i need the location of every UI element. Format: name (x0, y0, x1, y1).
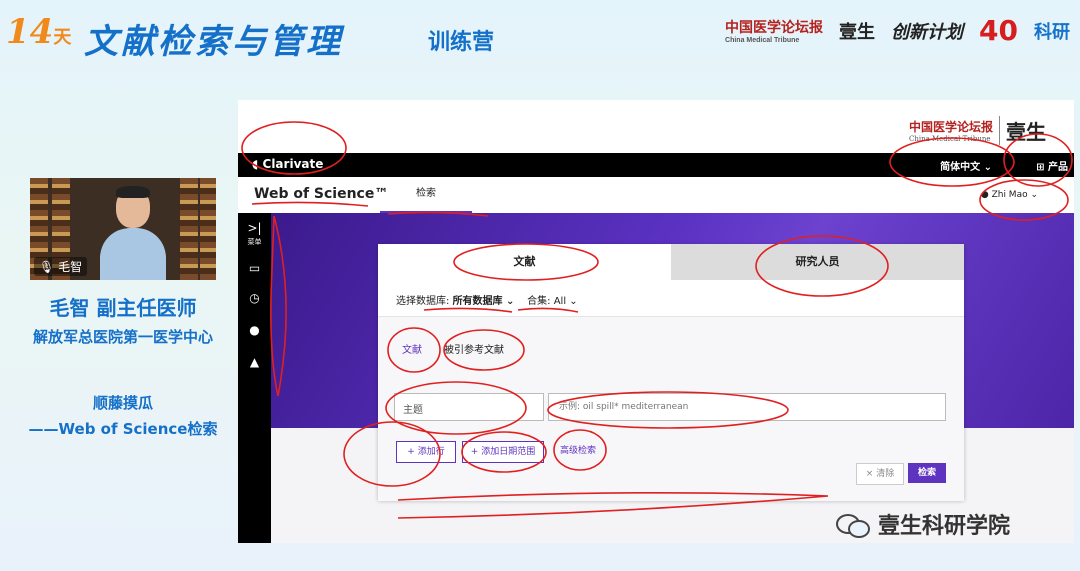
yisheng-screen-logo: 壹生 (999, 116, 1046, 145)
add-row-button[interactable]: + 添加行 (396, 441, 456, 463)
menu-label: 菜单 (247, 238, 262, 246)
course-subtitle: 训练营 (428, 30, 495, 55)
folder-icon[interactable]: ▭ (238, 261, 271, 275)
subtab-documents[interactable]: 文献 (402, 341, 422, 356)
cmt-screen-logo-text: 中国医学论坛报 China Medical Tribune (909, 118, 993, 143)
add-date-range-button[interactable]: + 添加日期范围 (462, 441, 544, 463)
tab-researchers[interactable]: 研究人员 (671, 244, 964, 280)
cmt-screen-logo: 中国医学论坛报 China Medical Tribune 壹生 (909, 116, 1046, 145)
language-selector[interactable]: 简体中文 ⌄ (940, 158, 992, 173)
field-select[interactable]: 主题 (394, 393, 544, 421)
history-icon[interactable]: ◷ (238, 291, 271, 305)
course-title: 文献检索与管理 (84, 22, 343, 62)
watermark: 壹生科研学院 (836, 508, 1010, 540)
video-name-label: 🎙 毛智 (34, 257, 88, 276)
cmt-logo: 中国医学论坛报 China Medical Tribune (725, 17, 823, 44)
bookshelf (180, 178, 198, 280)
topic-line-1: 顺藤摸瓜 (92, 394, 153, 412)
keyan-logo: 科研 (1034, 21, 1070, 43)
search-card: 文献 研究人员 选择数据库: 所有数据库 ⌄ 合集: All ⌄ 文献 被引参考… (378, 244, 964, 501)
speaker-video: 🎙 毛智 (30, 178, 216, 280)
speaker-figure (100, 186, 166, 280)
user-name: Zhi Mao ⌄ (991, 190, 1038, 200)
chuangxin-logo: 创新计划 (891, 21, 964, 43)
collection-select[interactable]: All ⌄ (554, 296, 578, 307)
tab-documents[interactable]: 文献 (378, 244, 671, 280)
expand-menu-icon[interactable]: >| (238, 221, 271, 235)
wos-header: Web of Science™ 检索 ● Zhi Mao ⌄ (238, 177, 1074, 214)
video-name-text: 毛智 (58, 260, 83, 274)
search-input[interactable] (548, 393, 946, 421)
clarivate-logo[interactable]: ◖ Clarivate (252, 157, 323, 171)
clarivate-topbar: ◖ Clarivate 简体中文 ⌄ ⊞ 产品 (238, 153, 1074, 177)
search-button[interactable]: 检索 (908, 463, 946, 483)
tab-search[interactable]: 检索 (380, 177, 472, 214)
anniversary-40-logo: 40 (979, 14, 1018, 47)
subtab-cited-references[interactable]: 被引参考文献 (444, 341, 504, 356)
course-banner: 14天 文献检索与管理 训练营 中国医学论坛报 China Medical Tri… (0, 0, 1080, 70)
products-menu[interactable]: ⊞ 产品 (1036, 158, 1068, 173)
left-nav: >| 菜单 ▭ ◷ ● ▲ (238, 213, 271, 543)
search-form: 文献 被引参考文献 主题 + 添加行 + 添加日期范围 高级检索 × 清除 检索 (378, 316, 964, 501)
bookshelf (200, 178, 216, 280)
database-select[interactable]: 所有数据库 ⌄ (453, 296, 515, 307)
collection-label: 合集: (527, 296, 551, 307)
advanced-search-link[interactable]: 高级检索 (560, 441, 596, 461)
speaker-name: 毛智 副主任医师 (49, 296, 197, 320)
user-menu[interactable]: ● Zhi Mao ⌄ (981, 190, 1038, 200)
clarivate-label: Clarivate (262, 157, 324, 171)
shared-screen: 中国医学论坛报 China Medical Tribune 壹生 ◖ Clariv… (238, 100, 1074, 543)
database-row: 选择数据库: 所有数据库 ⌄ 合集: All ⌄ (396, 292, 578, 307)
search-type-tabs: 文献 研究人员 (378, 244, 964, 280)
yisheng-logo: 壹生 (839, 21, 876, 43)
database-label: 选择数据库: (396, 296, 450, 307)
cmt-screen-logo-cn: 中国医学论坛报 (908, 120, 993, 134)
cmt-logo-en: China Medical Tribune (725, 37, 800, 44)
sponsor-logos: 中国医学论坛报 China Medical Tribune 壹生 创新计划 40 … (725, 14, 1070, 47)
watermark-text: 壹生科研学院 (878, 514, 1011, 539)
wechat-icon (836, 512, 870, 538)
days-number: 14 (6, 12, 54, 52)
speaker-body (100, 228, 166, 280)
profile-icon[interactable]: ● (238, 323, 271, 337)
bell-icon[interactable]: ▲ (238, 355, 271, 369)
topic-line-2: ——Web of Science检索 (28, 420, 218, 438)
microphone-icon: 🎙 (39, 260, 55, 274)
speaker-organization: 解放军总医院第一医学中心 (32, 328, 213, 346)
speaker-hair (116, 186, 150, 198)
wos-logo[interactable]: Web of Science™ (254, 186, 388, 202)
cmt-logo-cn: 中国医学论坛报 (725, 20, 824, 36)
course-days: 14天 (6, 12, 71, 52)
user-icon: ● (980, 190, 989, 200)
days-unit: 天 (53, 27, 72, 48)
cmt-screen-logo-en: China Medical Tribune (908, 135, 991, 143)
clarivate-icon: ◖ (252, 157, 259, 171)
clear-button[interactable]: × 清除 (856, 463, 904, 485)
